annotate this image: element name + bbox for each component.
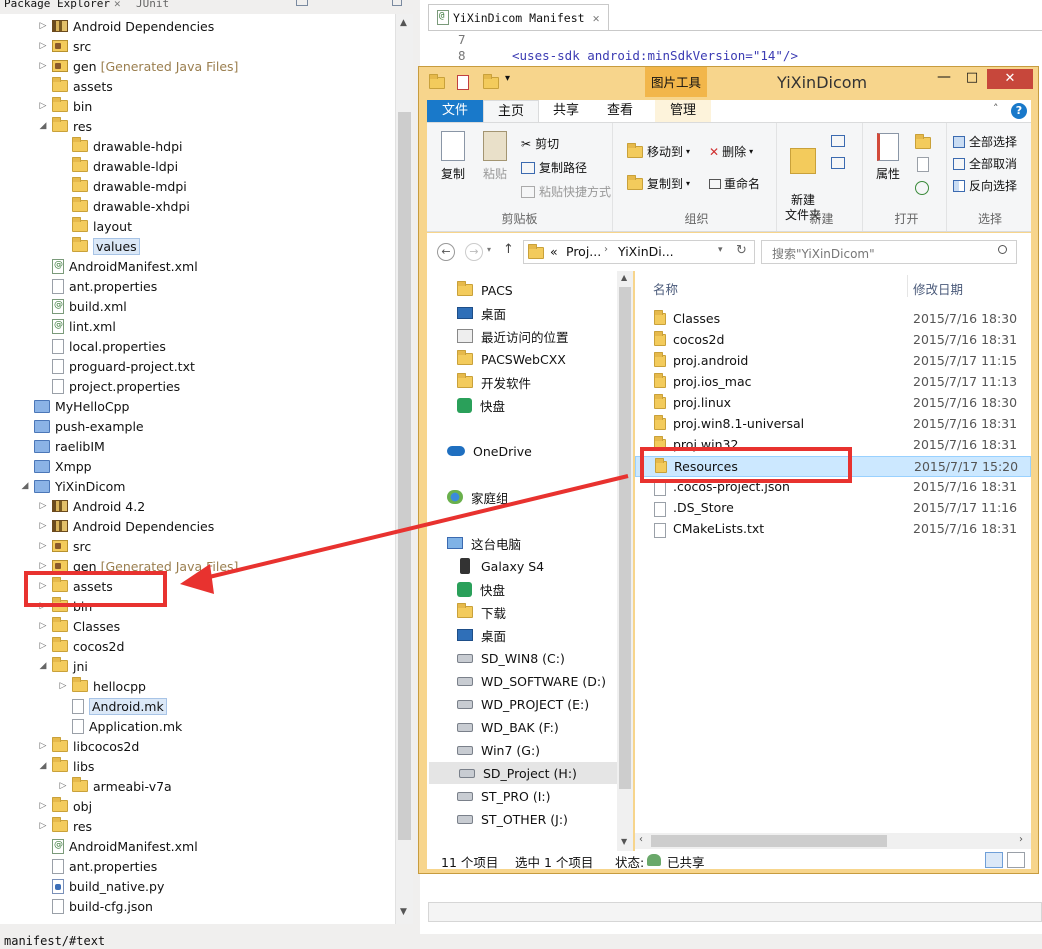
status-text: manifest/#text xyxy=(4,934,106,948)
annotation-arrow xyxy=(180,474,629,594)
status-bar: manifest/#text xyxy=(0,934,1042,949)
